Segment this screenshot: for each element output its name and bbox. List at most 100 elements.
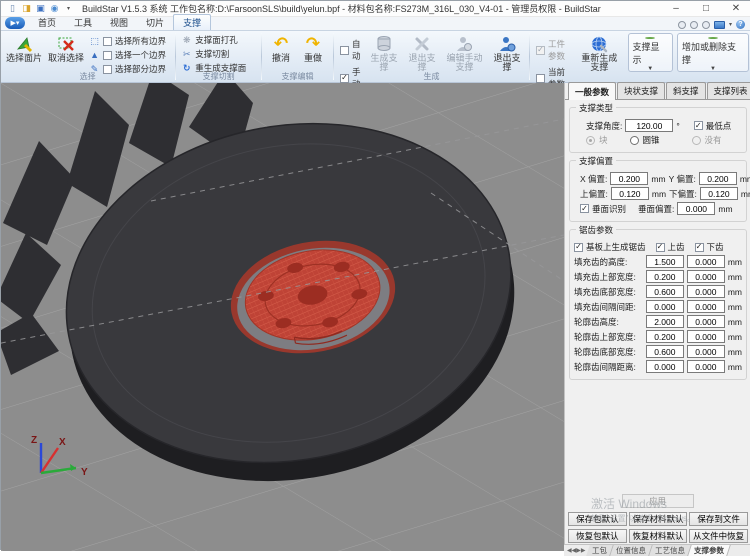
sawtooth-row: 轮廓齿底部宽度: mm [574, 345, 742, 358]
contour-tooth-height-field[interactable] [646, 315, 684, 328]
close-button[interactable]: ✕ [721, 1, 750, 16]
x-offset-field[interactable] [610, 172, 648, 185]
auto-option[interactable]: 自动 [340, 38, 362, 62]
support-angle-field[interactable] [625, 119, 673, 132]
tab-slice[interactable]: 切片 [137, 15, 173, 30]
app-menu-button[interactable]: ▶▾ [5, 17, 25, 29]
select-one-boundary-option[interactable]: ▲ 选择一个边界 [89, 49, 166, 61]
support-cut-button[interactable]: ✂ 支撑切割 [181, 48, 256, 60]
save-to-file-button[interactable]: 保存到文件 [689, 512, 748, 526]
fill-tooth-top-width-field[interactable] [646, 270, 684, 283]
select-facet-button[interactable]: 选择面片 [3, 32, 45, 63]
tabstrip-nav-arrows[interactable]: ◀◀▶▶ [564, 547, 588, 554]
auto-checkbox[interactable] [340, 46, 349, 55]
lower-teeth-checkbox[interactable] [695, 243, 704, 252]
tab-view[interactable]: 视图 [101, 15, 137, 30]
tab-tools[interactable]: 工具 [65, 15, 101, 30]
contour-tooth-gap-field-2[interactable] [687, 360, 725, 373]
contour-tooth-bottom-width-field[interactable] [646, 345, 684, 358]
exit-support-button[interactable]: 退出支撑 [488, 32, 526, 73]
ribbon-group-support-cut: ❋ 支撑面打孔 ✂ 支撑切割 ↻ 重生成支撑面 支撑切割 [177, 31, 260, 82]
tab-slant-support[interactable]: 斜支撑 [666, 82, 706, 99]
fill-tooth-gap-field[interactable] [646, 300, 684, 313]
radio-block[interactable] [586, 136, 595, 145]
workpiece-params-option[interactable]: 工件参数 [536, 38, 572, 62]
sawtooth-on-base-checkbox[interactable] [574, 243, 583, 252]
redo-button[interactable]: ↷ 重做 [297, 32, 329, 63]
cancel-select-button[interactable]: 取消选择 [45, 32, 87, 63]
sawtooth-row: 填充齿的高度: mm [574, 255, 742, 268]
axis-x-label: X [59, 437, 66, 448]
tab-support[interactable]: 支撑 [173, 14, 211, 30]
contour-tooth-top-width-field-2[interactable] [687, 330, 725, 343]
tab-general-params[interactable]: 一般参数 [568, 82, 616, 100]
contour-tooth-gap-field[interactable] [646, 360, 684, 373]
down-offset-field[interactable] [700, 187, 738, 200]
settings-icon[interactable]: ◉ [49, 3, 60, 14]
save-icon[interactable]: ▣ [35, 3, 46, 14]
fill-tooth-bottom-width-field[interactable] [646, 285, 684, 298]
current-params-checkbox[interactable] [536, 74, 545, 83]
sawtooth-row: 轮廓齿高度: mm [574, 315, 742, 328]
add-remove-support-dropdown[interactable]: 增加或删除支撑 ▼ [677, 33, 749, 72]
minimize-button[interactable]: – [661, 1, 691, 16]
apply-button[interactable]: 应用 [622, 494, 694, 508]
contour-tooth-top-width-field[interactable] [646, 330, 684, 343]
green-orb-icon [708, 37, 718, 39]
fill-tooth-height-field[interactable] [646, 255, 684, 268]
restore-from-file-button[interactable]: 从文件中恢复 [689, 529, 748, 543]
new-document-icon[interactable]: ▯ [7, 3, 18, 14]
select-all-boundary-option[interactable]: ⬚ 选择所有边界 [89, 35, 166, 47]
contour-tooth-bottom-width-field-2[interactable] [687, 345, 725, 358]
open-folder-icon[interactable]: ◨ [21, 3, 32, 14]
tab-home[interactable]: 首页 [29, 15, 65, 30]
undo-button[interactable]: ↶ 撤消 [265, 32, 297, 63]
select-all-boundary-checkbox[interactable] [103, 37, 112, 46]
regenerate-support-button[interactable]: 重新生成支撑 [575, 32, 623, 73]
support-display-dropdown[interactable]: 支撑显示 ▼ [628, 33, 673, 72]
radio-none[interactable] [692, 136, 701, 145]
help-icon[interactable]: ? [736, 20, 745, 29]
fill-tooth-bottom-width-field-2[interactable] [687, 285, 725, 298]
database-icon [376, 34, 392, 53]
radio-cone[interactable] [630, 136, 639, 145]
up-offset-field[interactable] [611, 187, 649, 200]
vertical-face-checkbox[interactable] [580, 204, 589, 213]
edit-manual-support-button[interactable]: 编辑手动支撑 [441, 32, 488, 73]
groupbox-support-type: 支撑类型 支撑角度: ° 最低点 块 圆锥 没有 [569, 107, 747, 153]
contour-tooth-height-field-2[interactable] [687, 315, 725, 328]
restore-material-default-button[interactable]: 恢复材料默认 [629, 529, 688, 543]
sawtooth-row: 填充齿底部宽度: mm [574, 285, 742, 298]
viewport-3d[interactable]: Z X Y [1, 83, 564, 551]
theme-icon[interactable] [690, 21, 698, 29]
ribbon-separator [333, 33, 334, 80]
y-offset-field[interactable] [699, 172, 737, 185]
save-package-default-button[interactable]: 保存包默认 [568, 512, 627, 526]
support-parameter-panel: 一般参数 块状支撑 斜支撑 支撑列表 支撑类型 支撑角度: ° 最低点 块 圆锥 [564, 83, 750, 551]
fill-tooth-gap-field-2[interactable] [687, 300, 725, 313]
lowest-point-checkbox[interactable] [694, 121, 703, 130]
tab-block-support[interactable]: 块状支撑 [617, 82, 665, 99]
workpiece-params-checkbox[interactable] [536, 46, 545, 55]
bottom-tab-position-info[interactable]: 位置信息 [611, 545, 654, 556]
restore-package-default-button[interactable]: 恢复包默认 [568, 529, 627, 543]
fill-tooth-top-width-field-2[interactable] [687, 270, 725, 283]
tab-support-list[interactable]: 支撑列表 [707, 82, 750, 99]
save-material-default-button[interactable]: 保存材料默认 [629, 512, 688, 526]
display-dropdown-icon[interactable]: ▾ [729, 21, 732, 28]
bottom-tab-support-params[interactable]: 支撑参数 [689, 545, 732, 556]
qat-dropdown-icon[interactable]: ▾ [63, 3, 74, 14]
select-one-boundary-checkbox[interactable] [103, 51, 112, 60]
style-icon[interactable] [678, 21, 686, 29]
groupbox-support-offset: 支撑偏置 X 偏置: mm Y 偏置: mm 上偏置: mm 下偏置: mm 垂… [569, 160, 747, 222]
upper-teeth-checkbox[interactable] [656, 243, 665, 252]
punch-support-surface-button[interactable]: ❋ 支撑面打孔 [181, 34, 256, 46]
scheme-icon[interactable] [702, 21, 710, 29]
maximize-button[interactable]: □ [691, 1, 721, 16]
bottom-tab-process-info[interactable]: 工艺信息 [650, 545, 693, 556]
generate-support-button[interactable]: 生成支撑 [365, 32, 403, 73]
fill-tooth-height-field-2[interactable] [687, 255, 725, 268]
display-icon[interactable] [714, 21, 725, 29]
exit-support-button-disabled[interactable]: 退出支撑 [403, 32, 441, 73]
vertical-offset-field[interactable] [677, 202, 715, 215]
